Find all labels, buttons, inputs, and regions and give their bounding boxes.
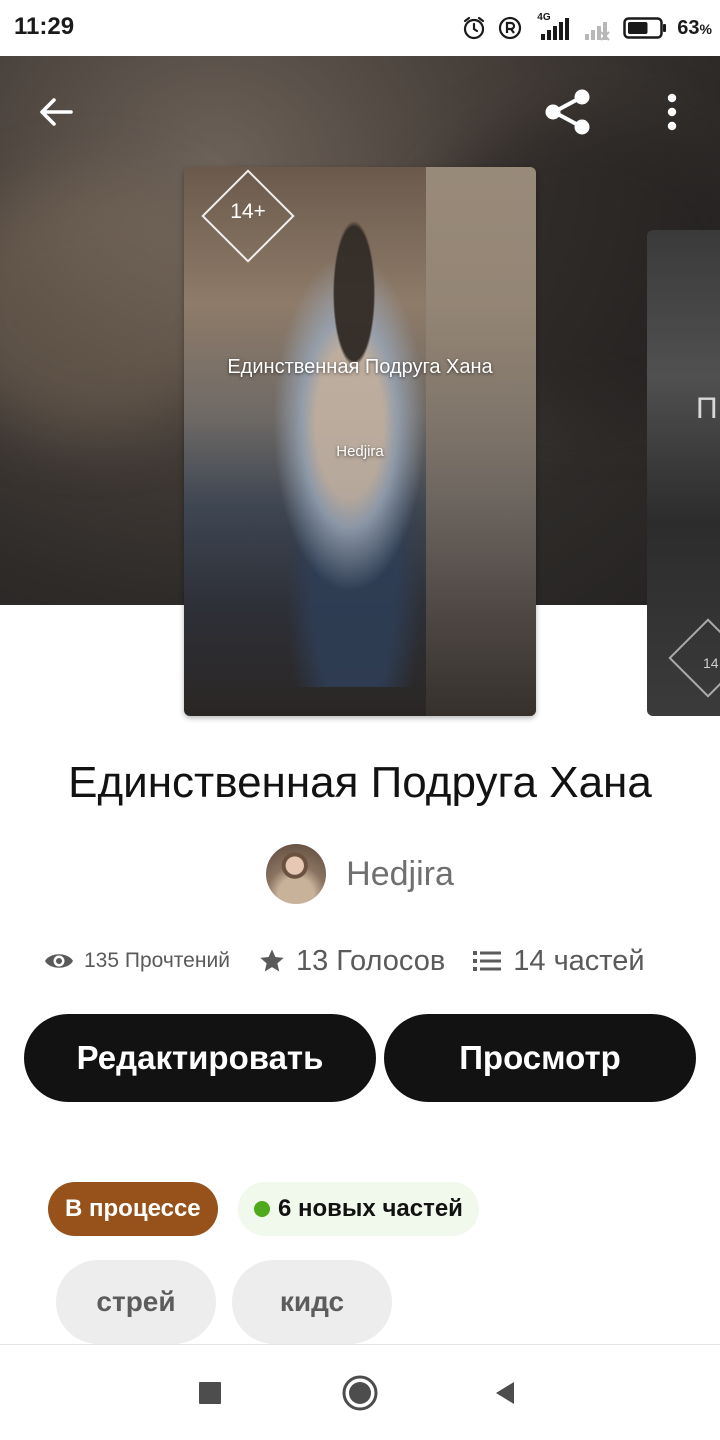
cover-author: Hedjira [336,443,384,460]
new-parts-dot [254,1201,270,1217]
back-button[interactable] [28,84,84,140]
recent-apps-icon [199,1382,221,1404]
home-button[interactable] [332,1365,388,1421]
status-bar: 11:29 4G 63% [0,0,720,56]
parts-count: 14 частей [513,944,645,977]
tag-chip[interactable]: кидс [232,1260,392,1344]
new-parts-badge: 6 новых частей [238,1182,479,1236]
next-cover-title: П [696,392,718,425]
signal-no-sim-icon [585,22,611,41]
age-rating-text: 14+ [230,200,266,223]
home-icon [342,1375,378,1411]
share-button[interactable] [538,82,598,142]
status-time: 11:29 [14,13,75,40]
battery-icon [623,17,667,39]
signal-4g-icon: 4G [533,12,573,42]
next-age-rating-text: 14 [703,655,719,671]
author-avatar[interactable] [266,844,327,904]
reads-count: 135 Прочтений [84,949,230,972]
star-icon [260,949,284,972]
battery-percent: 63% [677,16,712,39]
new-parts-label: 6 новых частей [278,1195,463,1222]
status-badge: В процессе [48,1182,218,1236]
system-back-button[interactable] [478,1365,534,1421]
more-options-button[interactable] [646,82,698,142]
cover-title: Единственная Подруга Хана [227,356,493,378]
list-icon [473,951,502,971]
system-nav-bar [0,1344,720,1440]
back-triangle-icon [496,1382,514,1404]
reads-stat: 135 Прочтений [44,949,230,973]
edit-button[interactable]: Редактировать [24,1014,376,1102]
tag-chip[interactable]: стрей [56,1260,216,1344]
story-title: Единственная Подруга Хана [68,758,652,807]
recent-apps-button[interactable] [182,1365,238,1421]
arrow-left-icon [40,98,73,126]
registered-icon [499,16,522,40]
parts-stat: 14 частей [473,944,645,978]
author-name[interactable]: Hedjira [346,855,454,894]
stats-row: 135 Прочтений 13 Голосов 14 частей [44,938,645,984]
more-vertical-icon [667,93,677,131]
votes-stat: 13 Голосов [258,945,445,978]
author-row[interactable]: Hedjira [0,843,720,905]
votes-count: 13 Голосов [295,944,446,977]
alarm-icon [464,16,485,40]
view-button[interactable]: Просмотр [384,1014,696,1102]
status-icons: 4G 63% [461,12,712,44]
eye-icon [45,954,73,968]
share-icon [545,89,590,135]
